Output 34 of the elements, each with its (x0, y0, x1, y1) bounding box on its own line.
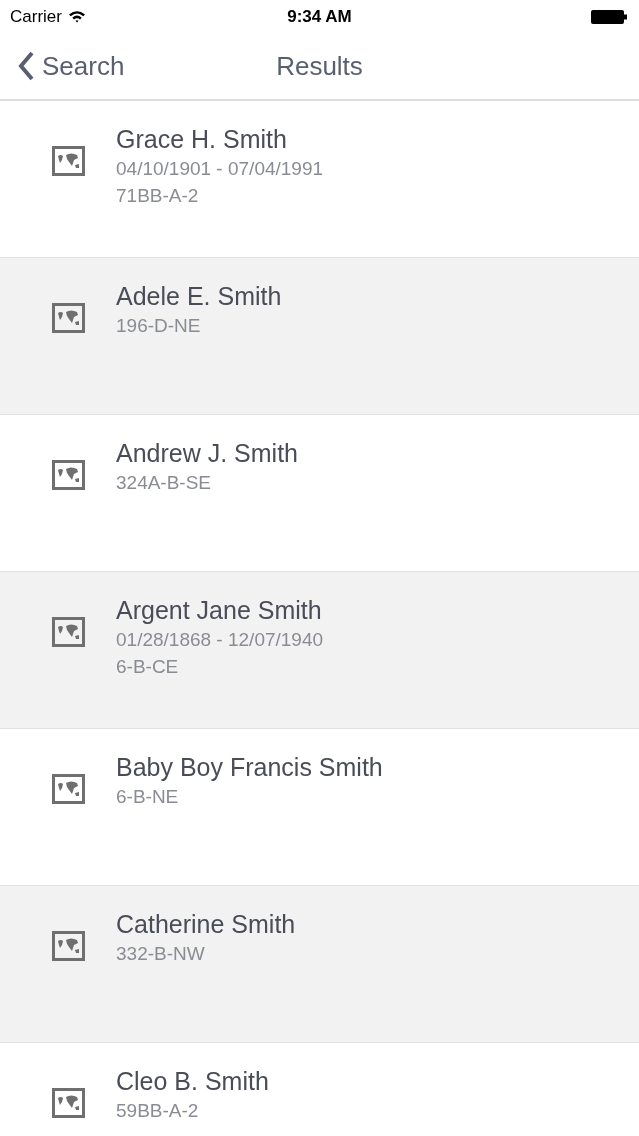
nav-title: Results (276, 50, 363, 81)
map-icon (52, 1088, 85, 1118)
result-name: Andrew J. Smith (116, 438, 298, 469)
back-button[interactable]: Search (18, 50, 125, 82)
wifi-icon (67, 10, 86, 23)
status-time: 9:34 AM (287, 6, 352, 26)
result-name: Baby Boy Francis Smith (116, 752, 383, 783)
result-name: Catherine Smith (116, 909, 296, 940)
map-icon (52, 303, 85, 333)
result-location: 332-B-NW (116, 942, 205, 966)
map-icon (52, 460, 85, 490)
result-name: Cleo B. Smith (116, 1066, 269, 1097)
result-location: 59BB-A-2 (116, 1099, 199, 1123)
chevron-left-icon (18, 51, 34, 81)
result-location: 196-D-NE (116, 314, 201, 338)
carrier-label: Carrier (10, 6, 62, 27)
map-icon (52, 931, 85, 961)
result-location: 6-B-CE (116, 655, 179, 679)
result-name: Argent Jane Smith (116, 595, 322, 626)
map-icon (52, 146, 85, 176)
battery-icon (591, 9, 627, 24)
result-dates: 04/10/1901 - 07/04/1991 (116, 157, 324, 181)
result-row[interactable]: Catherine Smith 332-B-NW (0, 886, 639, 1043)
result-name: Grace H. Smith (116, 124, 287, 155)
result-dates: 01/28/1868 - 12/07/1940 (116, 628, 324, 652)
map-icon (52, 617, 85, 647)
result-row[interactable]: Argent Jane Smith 01/28/1868 - 12/07/1940 6-B-CE (0, 572, 639, 729)
result-location: 71BB-A-2 (116, 184, 199, 208)
result-row[interactable]: Cleo B. Smith 59BB-A-2 (0, 1043, 639, 1136)
map-icon (52, 774, 85, 804)
result-row[interactable]: Adele E. Smith 196-D-NE (0, 258, 639, 415)
result-location: 324A-B-SE (116, 471, 212, 495)
result-name: Adele E. Smith (116, 281, 282, 312)
result-location: 6-B-NE (116, 785, 179, 809)
